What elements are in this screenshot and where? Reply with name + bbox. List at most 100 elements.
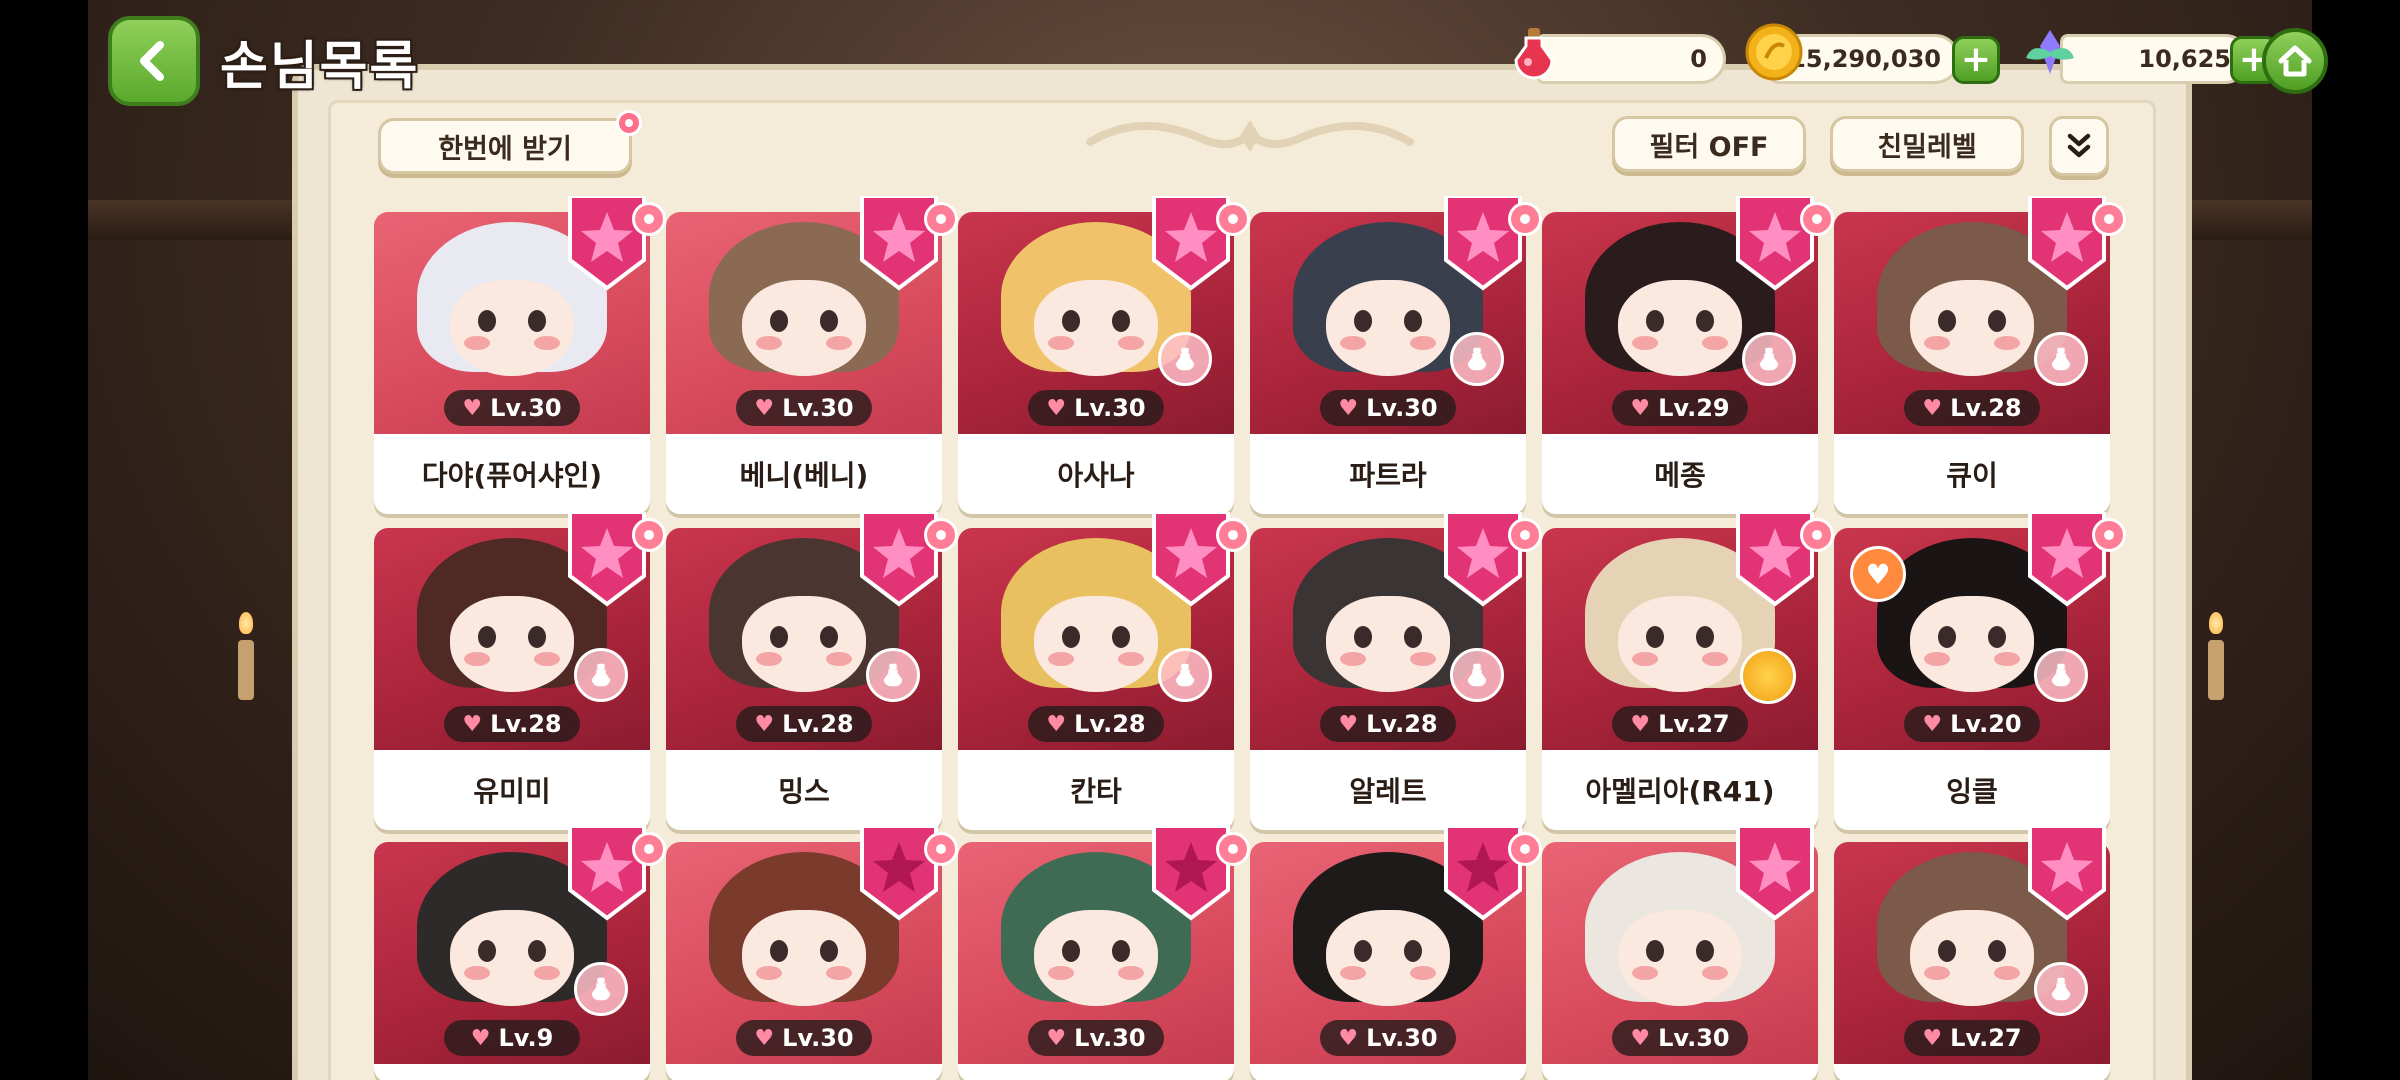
heart-icon: ♥ (470, 1025, 491, 1051)
gift-bottle-badge[interactable] (1158, 648, 1212, 702)
gift-bottle-badge[interactable] (1450, 332, 1504, 386)
guest-name: 칸타 (958, 750, 1234, 830)
guest-level: Lv.30 (1658, 1024, 1730, 1052)
candle (2208, 640, 2224, 700)
notification-badge (924, 202, 958, 236)
guest-name: 아멜리아(R41) (1542, 750, 1818, 830)
level-pill: ♥ Lv.30 (1612, 1020, 1748, 1056)
expand-button[interactable] (2049, 116, 2109, 176)
guest-level: Lv.30 (782, 1024, 854, 1052)
notification-badge (1800, 202, 1834, 236)
guest-level: Lv.9 (498, 1024, 554, 1052)
guest-face (1326, 280, 1450, 376)
notification-badge (924, 518, 958, 552)
notification-badge (632, 832, 666, 866)
guest-name: 밍스 (666, 750, 942, 830)
guest-level: Lv.28 (782, 710, 854, 738)
level-pill: ♥ Lv.30 (736, 1020, 872, 1056)
gift-bottle-badge[interactable] (2034, 332, 2088, 386)
heart-icon: ♥ (1338, 711, 1359, 737)
notification-badge (632, 202, 666, 236)
notification-badge (2092, 518, 2126, 552)
heart-icon: ♥ (1922, 711, 1943, 737)
double-chevron-down-icon (2067, 133, 2091, 158)
potion-bottle-icon (1467, 347, 1487, 371)
home-button[interactable] (2262, 28, 2328, 94)
level-pill: ♥ Lv.28 (736, 706, 872, 742)
guest-face (1618, 280, 1742, 376)
guest-level: Lv.28 (1366, 710, 1438, 738)
gold-check-badge[interactable] (1740, 648, 1796, 704)
guest-level: Lv.27 (1658, 710, 1730, 738)
gift-bottle-badge[interactable] (574, 962, 628, 1016)
chevron-left-icon (140, 41, 164, 81)
sort-button[interactable]: 친밀레벨 (1830, 116, 2024, 172)
notification-badge (2092, 202, 2126, 236)
gold-add-button[interactable]: + (1952, 36, 2000, 84)
heart-icon: ♥ (462, 711, 483, 737)
guest-level: Lv.30 (1366, 394, 1438, 422)
guest-level: Lv.28 (1950, 394, 2022, 422)
gold-amount: 15,290,030 (1789, 45, 1941, 73)
notification-badge (1216, 832, 1250, 866)
level-pill: ♥ Lv.30 (1320, 390, 1456, 426)
filter-button[interactable]: 필터 OFF (1612, 116, 1806, 172)
receive-all-label: 한번에 받기 (438, 133, 572, 165)
level-pill: ♥ Lv.28 (1028, 706, 1164, 742)
notification-badge (1508, 518, 1542, 552)
letterbox-right (2312, 0, 2400, 1080)
candle-flame (2209, 612, 2223, 634)
potion-bottle-icon (591, 663, 611, 687)
star-rank-icon (2028, 824, 2106, 921)
guest-level: Lv.27 (1950, 1024, 2022, 1052)
back-button[interactable] (108, 16, 200, 106)
level-pill: ♥ Lv.28 (444, 706, 580, 742)
notification-badge (616, 110, 642, 136)
guest-face (742, 596, 866, 692)
gift-bottle-badge[interactable] (1158, 332, 1212, 386)
guest-face (1326, 596, 1450, 692)
guest-name: 큐이 (1834, 434, 2110, 514)
guest-name: 메종 (1542, 434, 1818, 514)
guest-face (742, 910, 866, 1006)
guest-face (1034, 910, 1158, 1006)
guest-name: 유미미 (374, 750, 650, 830)
level-pill: ♥ Lv.30 (1028, 1020, 1164, 1056)
gift-bottle-badge[interactable] (1450, 648, 1504, 702)
potion-bottle-icon (883, 663, 903, 687)
guest-name: 잉클 (1834, 750, 2110, 830)
guest-level: Lv.30 (782, 394, 854, 422)
gift-bottle-badge[interactable] (866, 648, 920, 702)
gold-coin-icon (1745, 23, 1803, 81)
heart-icon: ♥ (1338, 1025, 1359, 1051)
guest-face (450, 596, 574, 692)
gift-bottle-badge[interactable] (2034, 648, 2088, 702)
guest-level: Lv.20 (1950, 710, 2022, 738)
gift-bottle-badge[interactable] (574, 648, 628, 702)
gem-leaf-icon (2026, 30, 2074, 74)
gift-bottle-badge[interactable] (1742, 332, 1796, 386)
level-pill: ♥ Lv.28 (1904, 390, 2040, 426)
level-pill: ♥ Lv.30 (736, 390, 872, 426)
guest-name: 알레트 (1250, 750, 1526, 830)
guest-face (1326, 910, 1450, 1006)
heart-icon: ♥ (754, 711, 775, 737)
notification-badge (632, 518, 666, 552)
potion-bottle-icon (2051, 663, 2071, 687)
guest-level: Lv.28 (1074, 710, 1146, 738)
game-screen: 손님목록 0 15,290,030 + 10,625 + 한번에 받기 필터 O… (0, 0, 2400, 1080)
guest-level: Lv.30 (1074, 394, 1146, 422)
potion-bottle-icon (1467, 663, 1487, 687)
heart-icon: ♥ (1046, 395, 1067, 421)
guest-face (742, 280, 866, 376)
guest-name: 아사나 (958, 434, 1234, 514)
guest-face (1034, 596, 1158, 692)
level-pill: ♥ Lv.30 (444, 390, 580, 426)
guest-face (450, 280, 574, 376)
level-pill: ♥ Lv.28 (1320, 706, 1456, 742)
potion-bottle-icon (591, 977, 611, 1001)
gift-bottle-badge[interactable] (2034, 962, 2088, 1016)
guest-name: 파트라 (1250, 434, 1526, 514)
guest-face (1910, 910, 2034, 1006)
receive-all-button[interactable]: 한번에 받기 (378, 118, 632, 174)
